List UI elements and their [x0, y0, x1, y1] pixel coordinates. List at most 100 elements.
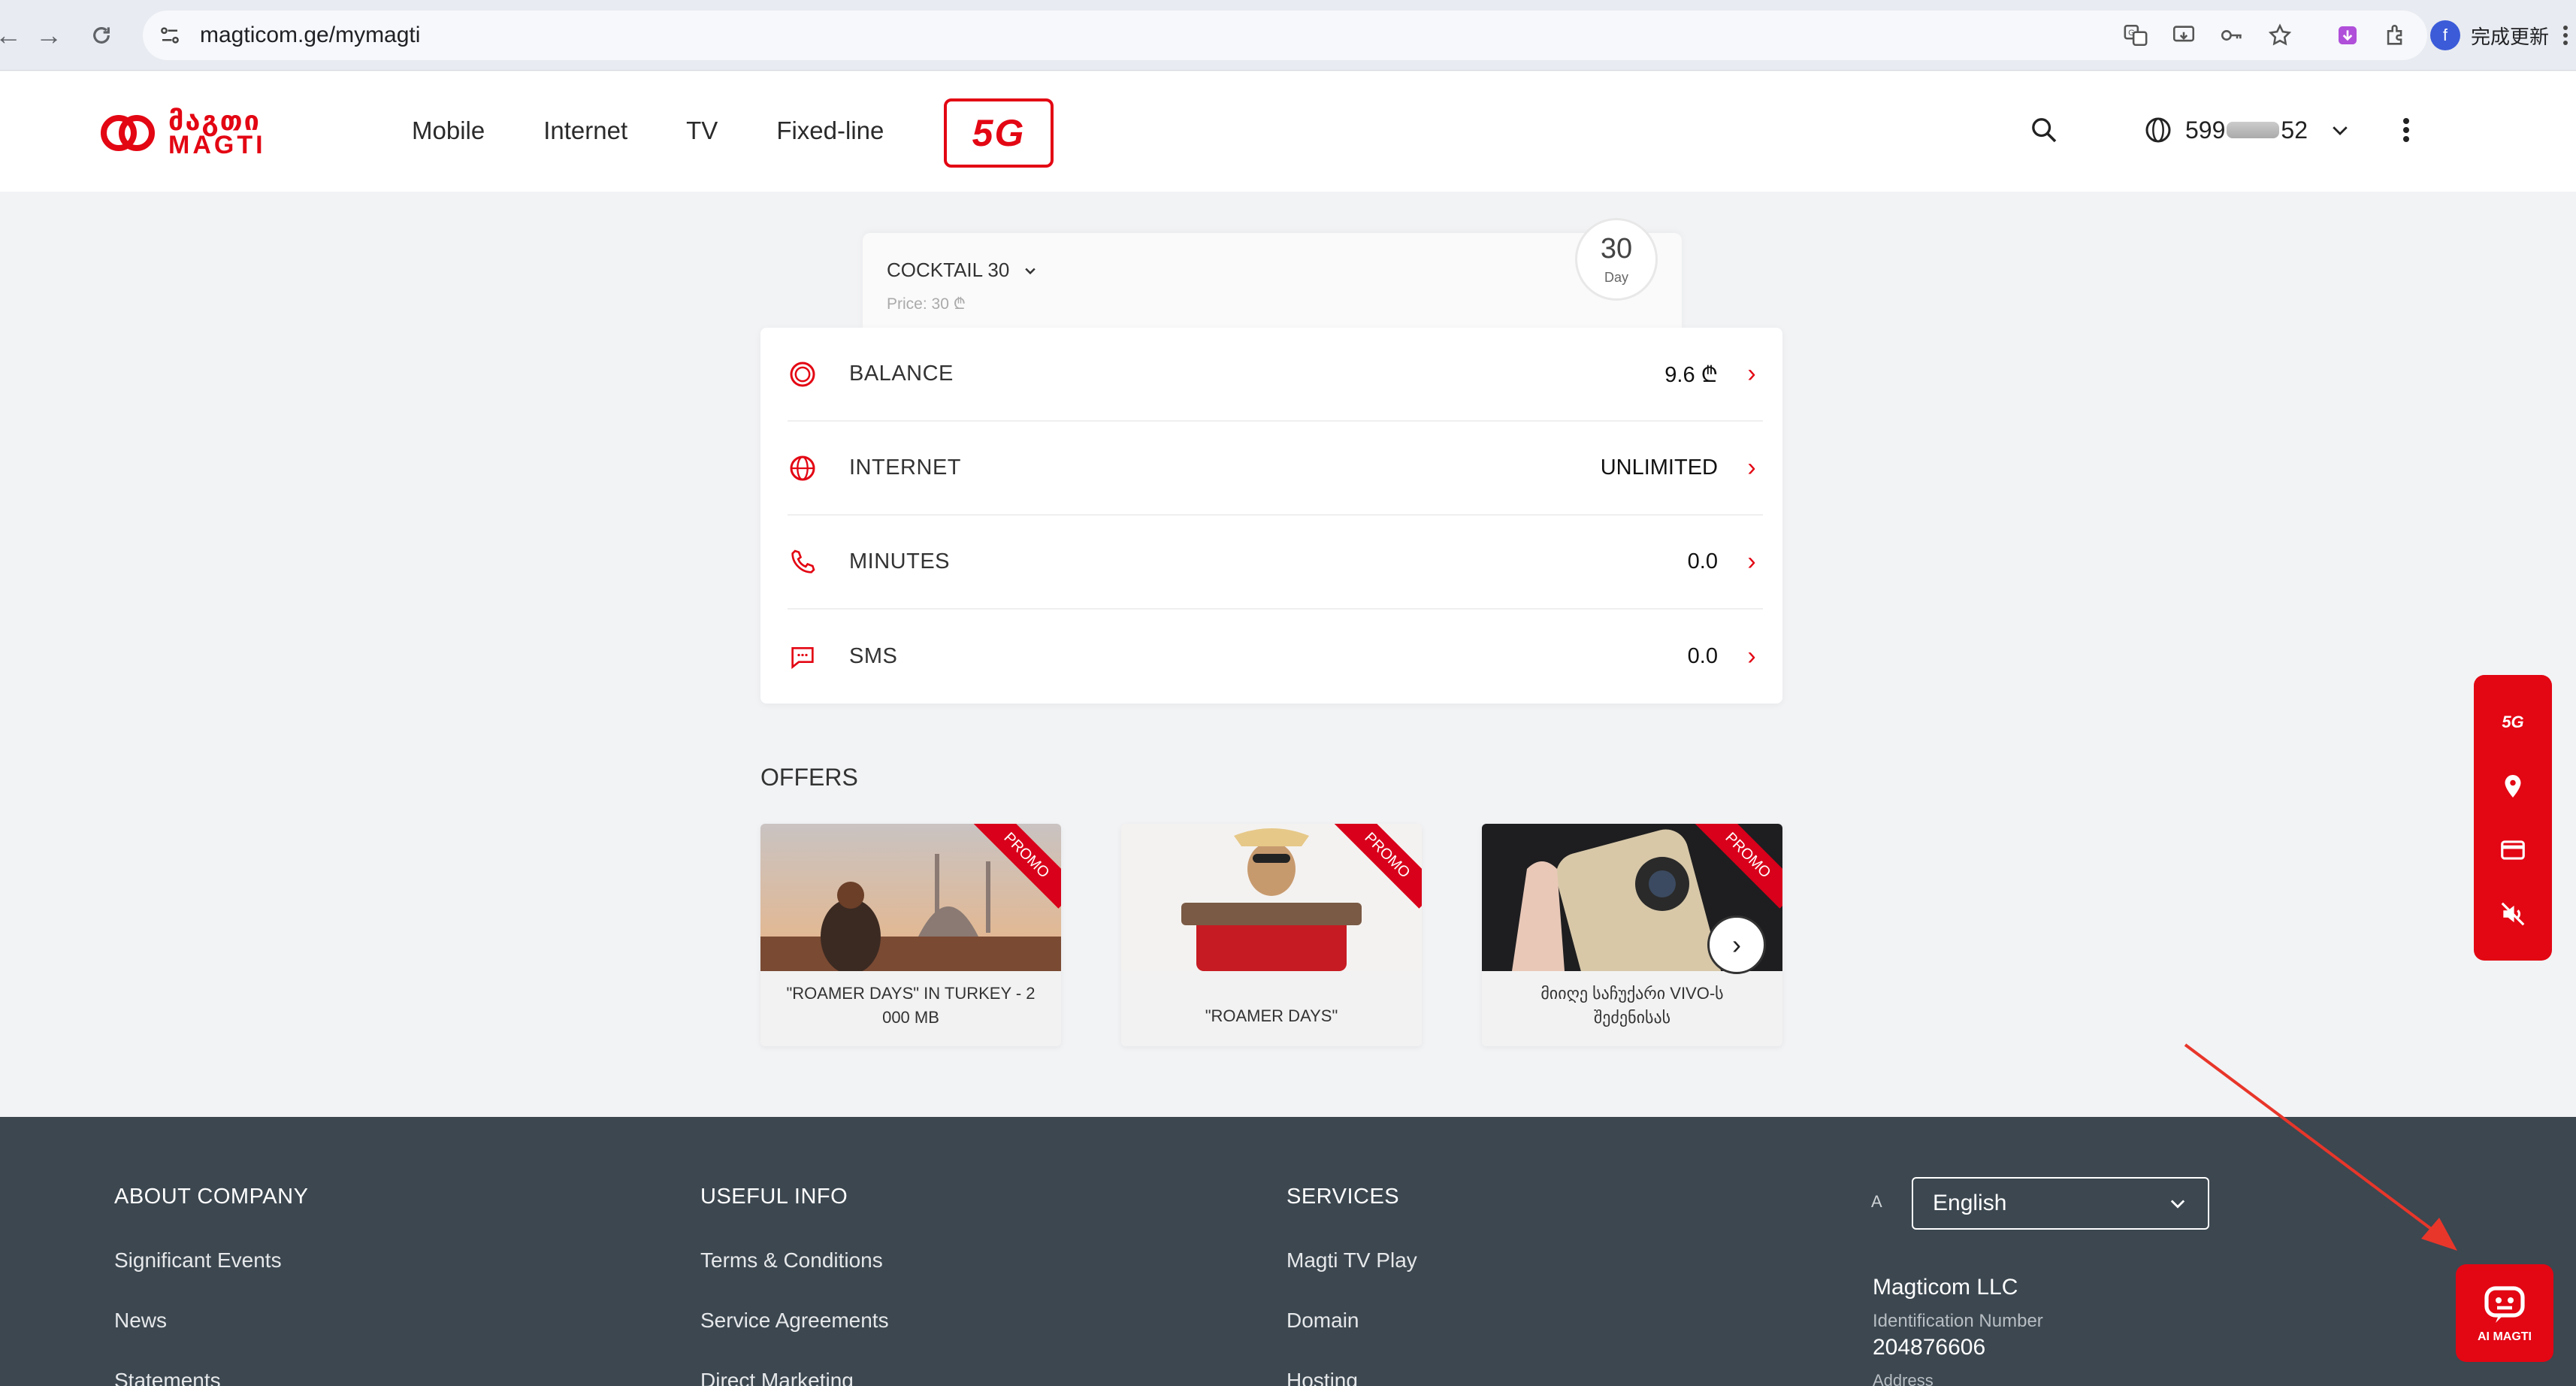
footer-link[interactable]: Hosting: [1286, 1369, 1417, 1386]
footer-link[interactable]: Significant Events: [114, 1248, 308, 1273]
globe-icon: [788, 453, 818, 483]
offers-next-button[interactable]: ›: [1707, 915, 1766, 974]
credit-card-icon[interactable]: [2490, 828, 2535, 873]
footer-link[interactable]: Terms & Conditions: [700, 1248, 889, 1273]
chevron-down-icon: [2170, 1200, 2185, 1209]
row-value: 0.0: [1687, 549, 1718, 573]
footer-column-useful-info: USEFUL INFO Terms & Conditions Service A…: [700, 1185, 889, 1386]
sms-row[interactable]: SMS 0.0 ›: [788, 610, 1763, 704]
language-icon: A: [1871, 1192, 1882, 1211]
offers-title: OFFERS: [760, 764, 858, 791]
nav-tv[interactable]: TV: [686, 117, 718, 145]
main-nav: Mobile Internet TV Fixed-line: [412, 117, 942, 145]
tariff-name: COCKTAIL 30: [887, 259, 1010, 281]
row-value: UNLIMITED: [1600, 455, 1718, 480]
chevron-right-icon: ›: [1747, 642, 1756, 670]
forward-icon[interactable]: →: [30, 17, 68, 54]
extensions-puzzle-icon[interactable]: [2375, 14, 2417, 56]
logo-text-georgian: მაგთი: [168, 105, 261, 136]
offer-card[interactable]: PROMO "ROAMER DAYS" IN TURKEY - 2 000 MB: [760, 824, 1061, 1046]
reload-icon[interactable]: [83, 17, 120, 54]
footer-link[interactable]: Magti TV Play: [1286, 1248, 1417, 1273]
site-footer: ABOUT COMPANY Significant Events News St…: [0, 1117, 2576, 1386]
search-icon[interactable]: [2029, 115, 2059, 149]
row-value: 9.6 ₾: [1664, 363, 1718, 387]
footer-link[interactable]: Domain: [1286, 1309, 1417, 1333]
company-id-label: Identification Number: [1873, 1311, 2043, 1331]
days-number: 30: [1600, 233, 1633, 265]
minutes-row[interactable]: MINUTES 0.0 ›: [788, 516, 1763, 610]
footer-heading: ABOUT COMPANY: [114, 1185, 309, 1209]
logo-text-latin: MAGTI: [168, 131, 266, 159]
footer-link[interactable]: Statements: [114, 1369, 308, 1386]
footer-link[interactable]: Service Agreements: [700, 1309, 889, 1333]
nav-fixed-line[interactable]: Fixed-line: [776, 117, 884, 145]
profile-avatar[interactable]: f: [2429, 20, 2460, 50]
tariff-price: Price: 30 ₾: [887, 295, 966, 313]
company-name: Magticom LLC: [1873, 1275, 2018, 1300]
translate-icon[interactable]: G: [2115, 14, 2157, 56]
phone-prefix: 599: [2185, 116, 2226, 144]
footer-link[interactable]: Direct Marketing: [700, 1369, 889, 1386]
nav-mobile[interactable]: Mobile: [412, 117, 485, 145]
footer-column-about: ABOUT COMPANY Significant Events News St…: [114, 1185, 308, 1386]
cast-icon[interactable]: [2163, 14, 2205, 56]
svg-text:G: G: [2128, 29, 2135, 38]
url-text: magticom.ge/mymagti: [200, 23, 421, 47]
offer-title: "ROAMER DAYS" IN TURKEY - 2 000 MB: [786, 984, 1036, 1027]
phone-suffix: 52: [2281, 116, 2308, 144]
chrome-menu-icon[interactable]: [2558, 14, 2573, 56]
footer-heading: USEFUL INFO: [700, 1185, 848, 1209]
offer-title: "ROAMER DAYS": [1205, 1006, 1338, 1025]
magti-logo[interactable]: მაგთი MAGTI: [98, 103, 266, 163]
magti-logo-icon: [101, 115, 155, 151]
chevron-right-icon: ›: [1747, 453, 1756, 482]
password-key-icon[interactable]: [2211, 14, 2253, 56]
company-address-label: Address: [1873, 1371, 1934, 1386]
chevron-down-icon: [2333, 126, 2348, 135]
row-value: 0.0: [1687, 644, 1718, 668]
address-bar[interactable]: magticom.ge/mymagti: [143, 11, 2427, 60]
internet-row[interactable]: INTERNET UNLIMITED ›: [788, 422, 1763, 516]
company-id-value: 204876606: [1873, 1335, 1986, 1360]
side-5g-button[interactable]: 5G: [2490, 700, 2535, 745]
tariff-selector[interactable]: COCKTAIL 30 Price: 30 ₾ 30 Day: [863, 218, 1682, 331]
ai-button-label: AI MAGTI: [2478, 1330, 2532, 1343]
footer-link[interactable]: News: [114, 1309, 308, 1333]
ai-assistant-button[interactable]: AI MAGTI: [2456, 1264, 2553, 1362]
location-pin-icon[interactable]: [2490, 764, 2535, 809]
extension-download-icon[interactable]: [2327, 14, 2369, 56]
offer-card[interactable]: PROMO "ROAMER DAYS": [1121, 824, 1422, 1046]
user-account-dropdown[interactable]: 599 52: [2143, 115, 2351, 145]
row-label: BALANCE: [849, 362, 954, 386]
phone-mask: [2227, 122, 2280, 138]
site-settings-icon[interactable]: [155, 20, 185, 50]
floating-side-menu: 5G: [2474, 675, 2552, 961]
browser-toolbar: ← → magticom.ge/mymagti G f 完成更新: [0, 0, 2576, 71]
chevron-right-icon: ›: [1747, 547, 1756, 576]
back-icon[interactable]: ←: [0, 17, 27, 54]
language-value: English: [1933, 1191, 2007, 1215]
language-select[interactable]: English: [1912, 1177, 2209, 1230]
offer-title: მიიღე საჩუქარი VIVO-ს შეძენისას: [1540, 984, 1724, 1027]
nav-internet[interactable]: Internet: [543, 117, 627, 145]
chevron-right-icon: ›: [1747, 359, 1756, 388]
chevron-down-icon: [1025, 268, 1036, 274]
sound-off-icon[interactable]: [2490, 891, 2535, 937]
company-info: Magticom LLC Identification Number 20487…: [1873, 1275, 2043, 1386]
update-button[interactable]: 完成更新: [2471, 22, 2549, 50]
5g-button[interactable]: 5G: [944, 98, 1054, 168]
more-menu-icon[interactable]: [2402, 115, 2411, 149]
bookmark-star-icon[interactable]: [2259, 14, 2301, 56]
footer-heading: SERVICES: [1286, 1185, 1400, 1209]
phone-icon: [788, 547, 818, 577]
balance-card: BALANCE 9.6 ₾ › INTERNET UNLIMITED › MIN…: [760, 328, 1782, 704]
balance-row[interactable]: BALANCE 9.6 ₾ ›: [788, 328, 1763, 422]
days-remaining-badge: 30 Day: [1575, 218, 1658, 301]
row-label: INTERNET: [849, 455, 961, 480]
row-label: SMS: [849, 644, 898, 668]
coin-icon: [788, 359, 818, 389]
days-label: Day: [1604, 270, 1628, 285]
row-label: MINUTES: [849, 549, 950, 573]
robot-chat-icon: [2484, 1286, 2525, 1323]
